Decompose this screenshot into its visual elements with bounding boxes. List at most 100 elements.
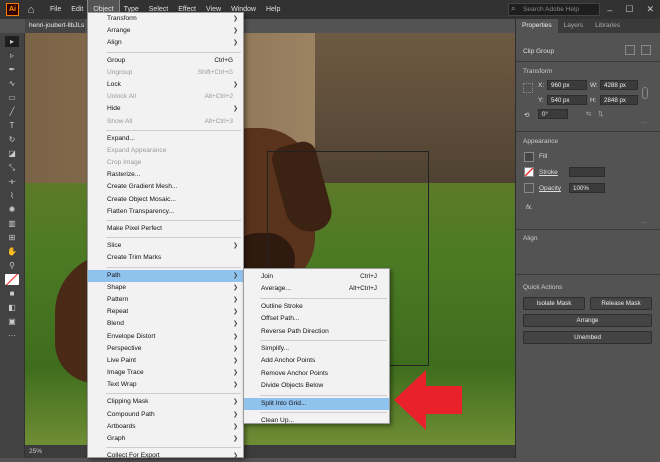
y-field[interactable]: 540 px — [547, 95, 587, 105]
object-menu-item-envelope-distort[interactable]: Envelope Distort ❯ — [88, 331, 243, 343]
flip-vertical-icon[interactable]: ⇅ — [598, 110, 603, 118]
zoom-level[interactable]: 25% — [29, 448, 42, 455]
curvature-tool-icon[interactable]: ∿ — [5, 78, 19, 89]
direct-selection-tool-icon[interactable]: ▹ — [5, 50, 19, 61]
path-menu-item-clean-up[interactable]: Clean Up... — [244, 415, 389, 427]
h-field[interactable]: 2848 px — [600, 95, 638, 105]
x-field[interactable]: 960 px — [547, 80, 587, 90]
artboard-tool-icon[interactable]: ⊞ — [5, 232, 19, 243]
more-options-icon[interactable]: ··· — [640, 119, 647, 126]
object-menu-item-repeat[interactable]: Repeat ❯ — [88, 306, 243, 318]
object-menu-item-graph[interactable]: Graph ❯ — [88, 433, 243, 445]
path-menu-item-outline-stroke[interactable]: Outline Stroke — [244, 301, 389, 313]
stroke-swatch-icon[interactable] — [524, 167, 534, 177]
rectangle-tool-icon[interactable]: ▭ — [5, 92, 19, 103]
eyedropper-tool-icon[interactable]: ⌇ — [5, 190, 19, 201]
search-input[interactable]: Search Adobe Help — [508, 3, 600, 16]
object-menu-item-slice[interactable]: Slice ❯ — [88, 240, 243, 252]
object-menu-item-transform[interactable]: Transform ❯ — [88, 13, 243, 25]
object-menu-item-live-paint[interactable]: Live Paint ❯ — [88, 355, 243, 367]
object-menu-item-compound-path[interactable]: Compound Path ❯ — [88, 409, 243, 421]
object-menu-item-arrange[interactable]: Arrange ❯ — [88, 25, 243, 37]
isolate-mask-button[interactable]: Isolate Mask — [523, 297, 585, 310]
object-menu-item-create-object-mosaic[interactable]: Create Object Mosaic... — [88, 194, 243, 206]
document-tab[interactable]: henri-joubert-llbJLs — [25, 19, 85, 33]
object-menu-item-collect-for-export[interactable]: Collect For Export ❯ — [88, 450, 243, 462]
object-menu-item-path[interactable]: Path ❯ — [88, 269, 243, 282]
menu-file[interactable]: File — [45, 0, 66, 19]
line-tool-icon[interactable]: ╱ — [5, 106, 19, 117]
path-menu-item-divide-objects-below[interactable]: Divide Objects Below — [244, 380, 389, 392]
edit-contents-icon[interactable] — [625, 45, 635, 55]
path-menu-item-remove-anchor-points[interactable]: Remove Anchor Points — [244, 368, 389, 380]
minimize-icon[interactable]: – — [607, 5, 612, 15]
path-menu-item-add-anchor-points[interactable]: Add Anchor Points — [244, 355, 389, 367]
eraser-tool-icon[interactable]: ◪ — [5, 148, 19, 159]
opacity-label[interactable]: Opacity — [539, 185, 561, 192]
fill-swatch-icon[interactable] — [524, 152, 534, 162]
constrain-proportions-icon[interactable] — [642, 87, 648, 99]
screen-mode-icon[interactable]: ▣ — [5, 316, 19, 327]
close-icon[interactable]: ✕ — [646, 4, 654, 15]
release-mask-button[interactable]: Release Mask — [590, 297, 652, 310]
tab-layers[interactable]: Layers — [558, 19, 590, 33]
path-menu-item-simplify[interactable]: Simplify... — [244, 343, 389, 355]
path-menu-item-split-into-grid[interactable]: Split Into Grid... — [244, 397, 389, 410]
w-field[interactable]: 4288 px — [600, 80, 638, 90]
selection-tool-icon[interactable]: ▸ — [5, 36, 19, 47]
object-menu-item-make-pixel-perfect[interactable]: Make Pixel Perfect — [88, 223, 243, 235]
object-menu-item-blend[interactable]: Blend ❯ — [88, 318, 243, 330]
path-menu-item-reverse-path-direction[interactable]: Reverse Path Direction — [244, 326, 389, 338]
object-menu-item-hide[interactable]: Hide ❯ — [88, 103, 243, 115]
more-options-icon[interactable]: ··· — [640, 219, 647, 226]
home-icon[interactable]: ⌂ — [25, 4, 37, 16]
width-tool-icon[interactable]: ⟛ — [5, 176, 19, 187]
type-tool-icon[interactable]: T — [5, 120, 19, 131]
object-menu-item-create-trim-marks[interactable]: Create Trim Marks — [88, 252, 243, 264]
object-menu-item-rasterize[interactable]: Rasterize... — [88, 169, 243, 181]
menu-help[interactable]: Help — [261, 0, 285, 19]
graph-tool-icon[interactable]: ▥ — [5, 218, 19, 229]
rotate-tool-icon[interactable]: ↻ — [5, 134, 19, 145]
object-menu-item-pattern[interactable]: Pattern ❯ — [88, 294, 243, 306]
path-menu-item-average[interactable]: Average... Alt+Ctrl+J — [244, 283, 389, 295]
reference-point-icon[interactable] — [523, 83, 533, 93]
object-menu-item-group[interactable]: Group Ctrl+G — [88, 55, 243, 67]
unembed-button[interactable]: Unembed — [523, 331, 652, 344]
fill-stroke-icon[interactable] — [5, 274, 19, 285]
maximize-icon[interactable]: ☐ — [625, 4, 633, 15]
flip-horizontal-icon[interactable]: ⇆ — [586, 110, 591, 118]
hand-tool-icon[interactable]: ✋ — [5, 246, 19, 257]
object-menu-item-clipping-mask[interactable]: Clipping Mask ❯ — [88, 396, 243, 408]
fx-button[interactable]: fx. — [526, 204, 533, 211]
rotation-field[interactable]: 0° — [538, 109, 568, 119]
zoom-tool-icon[interactable]: ⚲ — [5, 260, 19, 271]
path-menu-item-offset-path[interactable]: Offset Path... — [244, 313, 389, 325]
object-menu-item-text-wrap[interactable]: Text Wrap ❯ — [88, 379, 243, 391]
object-menu-item-create-gradient-mesh[interactable]: Create Gradient Mesh... — [88, 181, 243, 193]
opacity-field[interactable]: 100% — [569, 183, 605, 193]
symbol-sprayer-tool-icon[interactable]: ✺ — [5, 204, 19, 215]
object-menu-item-align[interactable]: Align ❯ — [88, 37, 243, 49]
menu-edit[interactable]: Edit — [66, 0, 88, 19]
object-menu-item-lock[interactable]: Lock ❯ — [88, 79, 243, 91]
pen-tool-icon[interactable]: ✒ — [5, 64, 19, 75]
object-menu-item-perspective[interactable]: Perspective ❯ — [88, 343, 243, 355]
stroke-label[interactable]: Stroke — [539, 169, 558, 176]
object-menu-item-image-trace[interactable]: Image Trace ❯ — [88, 367, 243, 379]
draw-mode-icon[interactable]: ◧ — [5, 302, 19, 313]
more-tools-icon[interactable]: ··· — [5, 330, 19, 341]
object-menu-item-expand[interactable]: Expand... — [88, 133, 243, 145]
isolate-icon[interactable] — [641, 45, 651, 55]
scale-tool-icon[interactable]: ⤡ — [5, 162, 19, 173]
properties-panel: Properties Layers Libraries Clip Group T… — [515, 19, 660, 458]
color-mode-icon[interactable]: ■ — [5, 288, 19, 299]
tab-properties[interactable]: Properties — [516, 19, 558, 33]
object-menu-item-flatten-transparency[interactable]: Flatten Transparency... — [88, 206, 243, 218]
tab-libraries[interactable]: Libraries — [589, 19, 626, 33]
object-menu-item-artboards[interactable]: Artboards ❯ — [88, 421, 243, 433]
stroke-weight-field[interactable] — [569, 167, 605, 177]
path-menu-item-join[interactable]: Join Ctrl+J — [244, 271, 389, 283]
arrange-button[interactable]: Arrange — [523, 314, 652, 327]
object-menu-item-shape[interactable]: Shape ❯ — [88, 282, 243, 294]
